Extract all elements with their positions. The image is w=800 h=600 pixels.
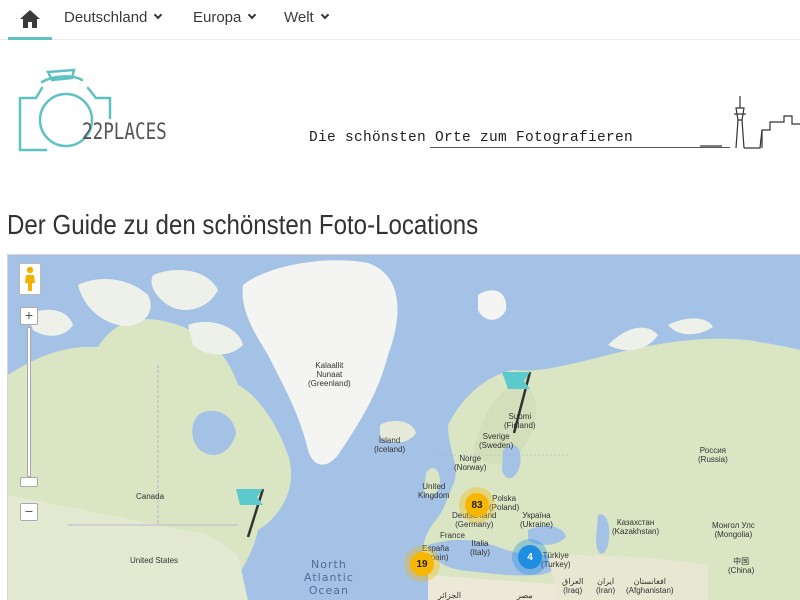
map-label-iceland: Ísland (Iceland): [374, 436, 406, 454]
chevron-down-icon: [320, 10, 329, 20]
top-nav: Deutschland Europa Welt: [0, 0, 800, 40]
map-label-usa: United States: [130, 556, 179, 565]
map-label-france: France: [440, 531, 465, 540]
map-label-russia: Россия (Russia): [698, 446, 728, 464]
cluster-count: 4: [518, 545, 542, 569]
site-tagline: Die schönsten Orte zum Fotografieren: [309, 130, 634, 146]
map-label-egypt: مصر: [517, 591, 533, 600]
map-label-uk: United Kingdom: [418, 482, 450, 500]
home-icon: [20, 9, 40, 28]
home-button[interactable]: [8, 0, 52, 40]
tagline-underline: [430, 147, 730, 148]
map-label-greenland: Kalaallit Nunaat (Greenland): [308, 361, 351, 388]
map-label-finland: Suomi (Finland): [504, 412, 536, 430]
zoom-out-button[interactable]: −: [20, 503, 38, 521]
pegman-icon: [25, 266, 35, 291]
site-logo[interactable]: 22PLACES: [12, 58, 167, 158]
nav-item-label: Deutschland: [64, 8, 148, 26]
marker-cluster[interactable]: 19: [404, 546, 440, 582]
zoom-slider-handle[interactable]: [20, 477, 38, 487]
nav-item-deutschland[interactable]: Deutschland: [64, 7, 163, 27]
cluster-count: 19: [410, 552, 434, 576]
map-label-kazakhstan: Казахстан (Kazakhstan): [612, 518, 660, 536]
world-map[interactable]: Kalaallit Nunaat (Greenland) Ísland (Icelan…: [7, 254, 800, 600]
marker-cluster[interactable]: 4: [512, 539, 548, 575]
skyline-illustration: [700, 96, 800, 149]
map-label-ukraine: Україна (Ukraine): [520, 511, 553, 529]
street-view-pegman[interactable]: [19, 263, 41, 295]
map-label-canada: Canada: [136, 492, 165, 501]
map-label-iran: ایران (Iran): [596, 577, 616, 595]
cluster-count: 83: [465, 493, 489, 517]
map-label-sweden: Sverige (Sweden): [479, 432, 514, 450]
zoom-in-button[interactable]: +: [20, 307, 38, 325]
map-label-mongolia: Монгол Улс (Mongolia): [712, 521, 755, 539]
nav-item-europa[interactable]: Europa: [193, 7, 257, 27]
map-label-china: 中国 (China): [728, 557, 755, 575]
page-title: Der Guide zu den schönsten Foto-Location…: [7, 209, 479, 240]
map-base: [8, 260, 800, 600]
map-label-norway: Norge (Norway): [454, 454, 487, 472]
nav-item-label: Welt: [284, 8, 314, 26]
nav-item-label: Europa: [193, 8, 242, 26]
zoom-slider-track[interactable]: [27, 327, 31, 477]
map-label-algeria: الجزائر: [438, 591, 462, 600]
chevron-down-icon: [248, 10, 257, 20]
nav-item-welt[interactable]: Welt: [284, 7, 329, 27]
chevron-down-icon: [154, 10, 163, 20]
map-label-ocean: North Atlantic Ocean: [304, 558, 354, 597]
marker-cluster[interactable]: 83: [459, 487, 495, 523]
map-label-afghanistan: افغانستان (Afghanistan): [626, 577, 674, 595]
logo-text: 22PLACES: [82, 120, 167, 145]
map-label-italy: Italia (Italy): [470, 539, 490, 557]
map-label-iraq: العراق (Iraq): [562, 577, 584, 595]
